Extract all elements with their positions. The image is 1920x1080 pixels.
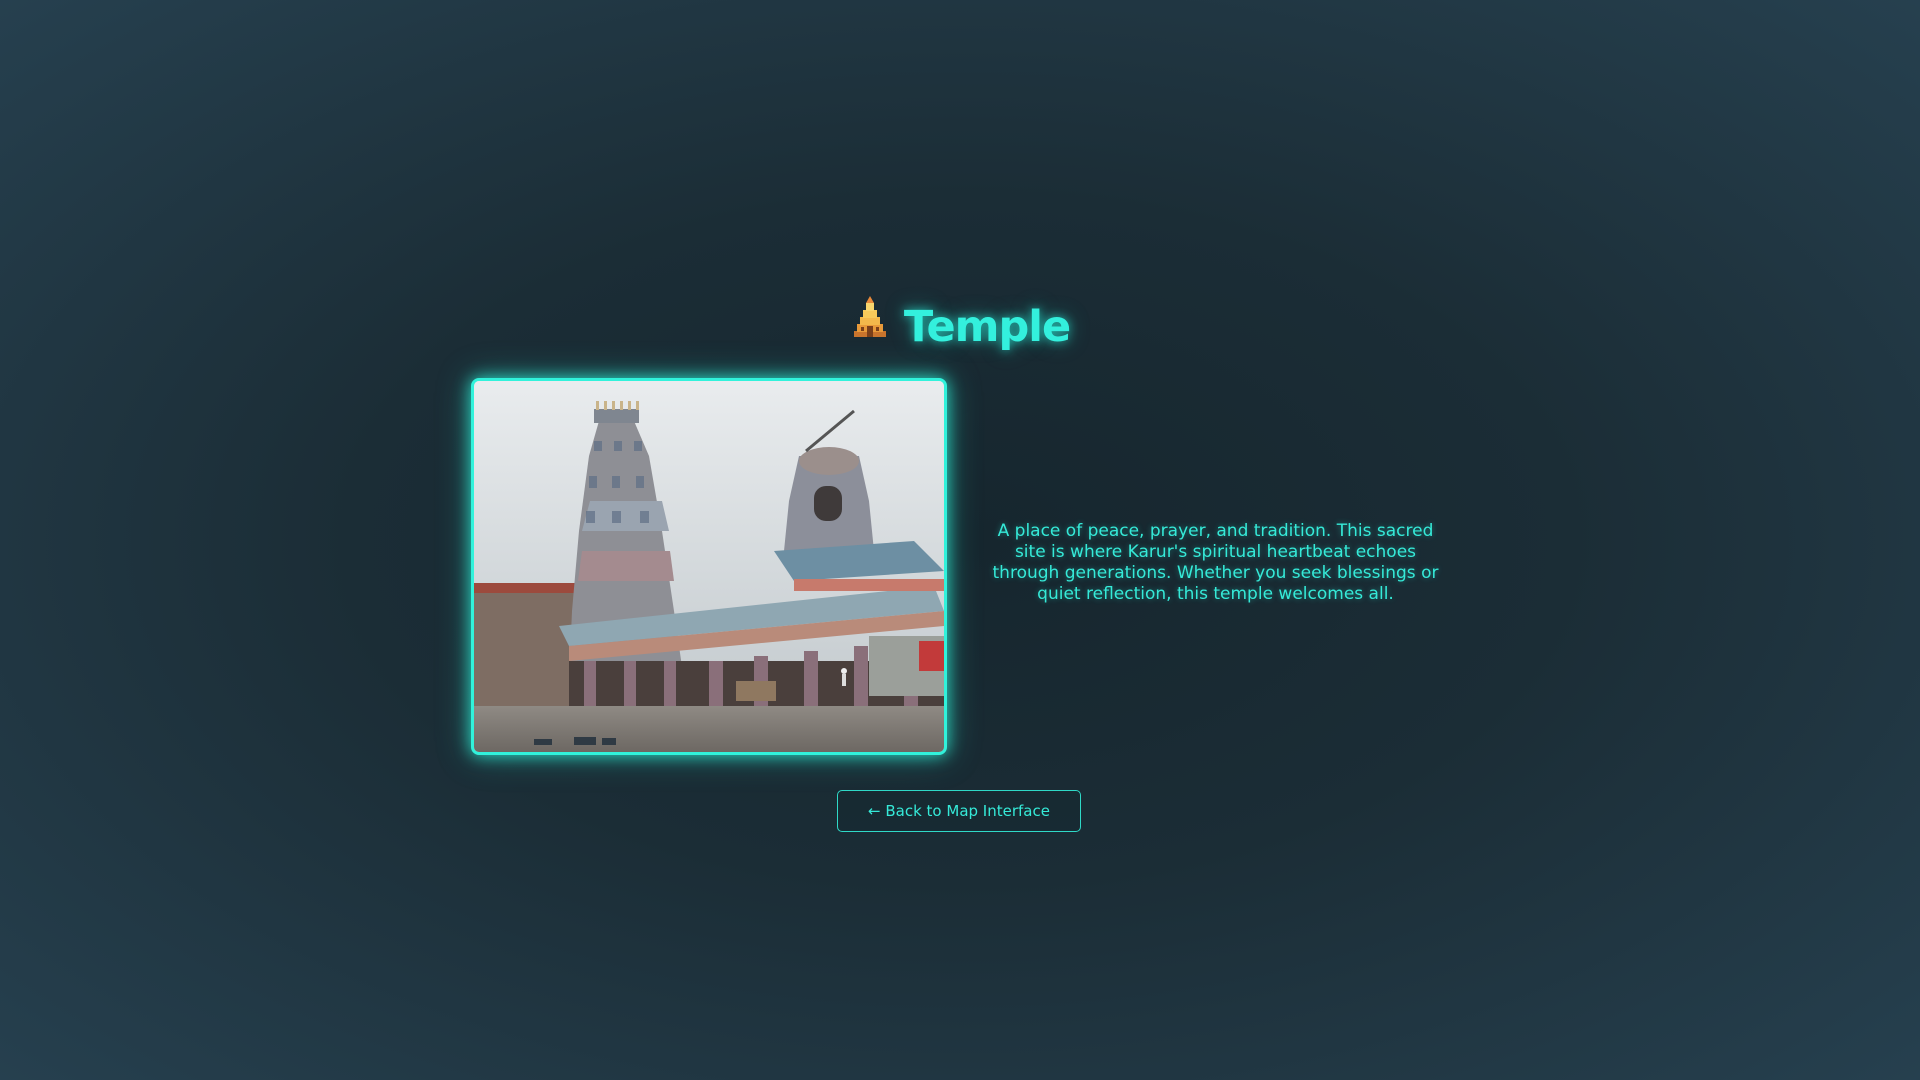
title-text: Temple — [903, 301, 1071, 352]
temple-description: A place of peace, prayer, and tradition.… — [992, 521, 1439, 604]
back-to-map-button[interactable]: ← Back to Map Interface — [837, 790, 1081, 832]
temple-photo — [471, 378, 947, 755]
page-title: Temple — [0, 295, 1920, 357]
temple-icon — [850, 295, 890, 355]
temple-photo-image — [474, 381, 944, 752]
